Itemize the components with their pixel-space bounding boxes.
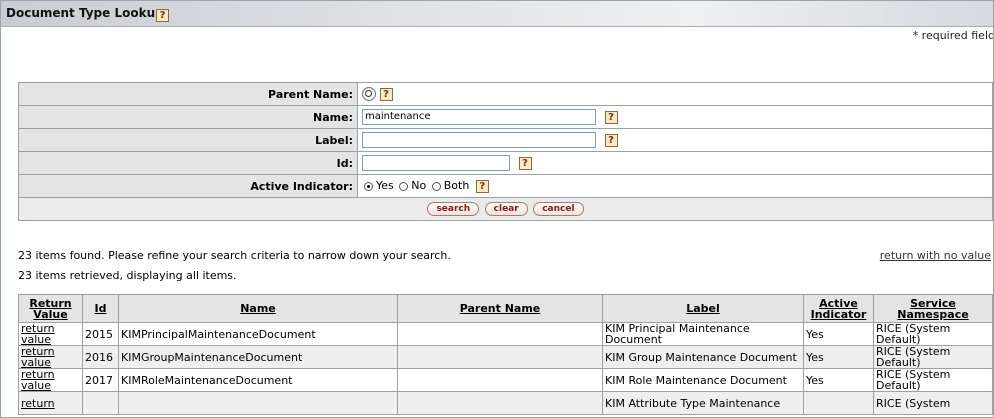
col-header-parent-name[interactable]: Parent Name	[397, 294, 603, 323]
name-help-icon[interactable]: ?	[604, 110, 618, 124]
active-help-icon[interactable]: ?	[475, 179, 489, 193]
lookup-window: Document Type Lookup ? * required field …	[0, 0, 994, 418]
title-bar: Document Type Lookup ?	[1, 1, 993, 27]
cancel-button[interactable]: cancel	[533, 202, 584, 216]
title-help-icon[interactable]: ?	[156, 9, 169, 22]
parent-name-label: Parent Name:	[18, 82, 358, 106]
active-indicator-label: Active Indicator:	[18, 174, 358, 198]
cell-parent-name	[397, 322, 603, 346]
items-retrieved-message: 23 items retrieved, displaying all items…	[18, 269, 237, 282]
search-button[interactable]: search	[427, 202, 480, 216]
table-row: return value 2015 KIMPrincipalMaintenanc…	[18, 322, 993, 346]
cell-parent-name	[397, 368, 603, 392]
active-yes-radio[interactable]	[364, 181, 373, 191]
cell-id: 2015	[82, 322, 119, 346]
cell-namespace: RICE (System Default)	[873, 322, 993, 346]
clear-button[interactable]: clear	[484, 202, 528, 216]
cell-name	[118, 391, 398, 415]
name-input[interactable]: maintenance	[362, 109, 596, 125]
active-yes-label: Yes	[376, 179, 394, 193]
items-found-message: 23 items found. Please refine your searc…	[18, 249, 451, 262]
return-value-link[interactable]: return value	[21, 322, 55, 346]
cell-namespace: RICE (System	[873, 391, 993, 415]
table-row: return value 2017 KIMRoleMaintenanceDocu…	[18, 368, 993, 392]
id-label: Id:	[18, 151, 358, 175]
col-header-name[interactable]: Name	[118, 294, 398, 323]
col-header-service-namespace[interactable]: Service Namespace	[873, 294, 993, 323]
cell-name: KIMRoleMaintenanceDocument	[118, 368, 398, 392]
col-header-active-indicator[interactable]: Active Indicator	[803, 294, 874, 323]
page-title: Document Type Lookup	[6, 6, 164, 20]
cell-name: KIMPrincipalMaintenanceDocument	[118, 322, 398, 346]
cell-active: Yes	[803, 322, 874, 346]
cell-parent-name	[397, 391, 603, 415]
return-value-link[interactable]: return value	[21, 345, 55, 369]
id-input[interactable]	[362, 155, 510, 171]
search-criteria-table: Parent Name: ? Name: maintenance ? Label…	[18, 82, 993, 221]
cell-active	[803, 391, 874, 415]
active-both-radio[interactable]	[431, 181, 441, 191]
table-row: return value 2016 KIMGroupMaintenanceDoc…	[18, 345, 993, 369]
id-help-icon[interactable]: ?	[518, 156, 532, 170]
cell-namespace: RICE (System Default)	[873, 368, 993, 392]
cell-active: Yes	[803, 345, 874, 369]
cell-label: KIM Attribute Type Maintenance	[602, 391, 804, 415]
label-label: Label:	[18, 128, 358, 152]
label-help-icon[interactable]: ?	[604, 133, 618, 147]
cell-parent-name	[397, 345, 603, 369]
cell-id: 2016	[82, 345, 119, 369]
return-with-no-value-link[interactable]: return with no value	[880, 249, 991, 262]
cell-namespace: RICE (System Default)	[873, 345, 993, 369]
name-label: Name:	[18, 105, 358, 129]
return-value-link[interactable]: return	[21, 397, 55, 410]
cell-id: 2017	[82, 368, 119, 392]
cell-name: KIMGroupMaintenanceDocument	[118, 345, 398, 369]
col-header-return-value: Return Value	[18, 294, 83, 323]
parent-name-lookup-icon[interactable]	[362, 87, 376, 101]
col-header-label[interactable]: Label	[602, 294, 804, 323]
return-value-link[interactable]: return value	[21, 368, 55, 392]
table-row: return KIM Attribute Type Maintenance RI…	[18, 391, 993, 415]
cell-label: KIM Group Maintenance Document	[602, 345, 804, 369]
label-input[interactable]	[362, 132, 596, 148]
results-table: Return Value Id Name Parent Name Label A…	[18, 294, 993, 415]
cell-label: KIM Role Maintenance Document	[602, 368, 804, 392]
cell-active: Yes	[803, 368, 874, 392]
active-both-label: Both	[443, 179, 470, 193]
active-no-label: No	[411, 179, 427, 193]
parent-name-help-icon[interactable]: ?	[379, 87, 393, 101]
required-field-note: * required field	[912, 29, 994, 42]
cell-label: KIM Principal Maintenance Document	[602, 322, 804, 346]
cell-id	[82, 391, 119, 415]
col-header-id[interactable]: Id	[82, 294, 119, 323]
active-no-radio[interactable]	[399, 181, 409, 191]
